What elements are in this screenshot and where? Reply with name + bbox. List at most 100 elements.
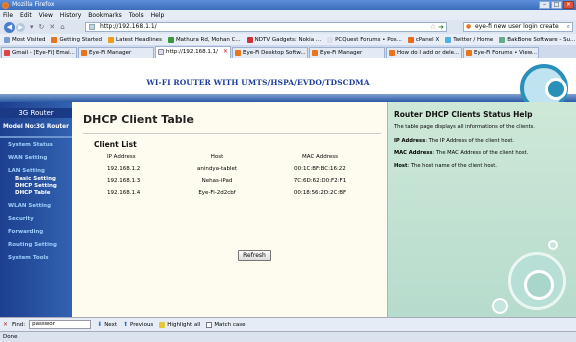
sidebar-item-forwarding[interactable]: Forwarding (0, 229, 72, 235)
page-title: DHCP Client Table (83, 113, 194, 126)
sidebar-item-wan-setting[interactable]: WAN Setting (0, 155, 72, 161)
cell-mac: 00:18:56:2D:2C:BF (293, 190, 347, 196)
menu-view[interactable]: View (39, 12, 53, 19)
rss-icon (108, 36, 115, 43)
cell-host: Nehas-iPad (201, 178, 233, 184)
window-controls: – □ × (539, 1, 574, 9)
tab-eyefi-desktop[interactable]: Eye-Fi Desktop Softw... (232, 47, 308, 58)
search-box[interactable]: ● eye-fi new user login create ⌕ (463, 22, 573, 32)
tab-eyefi-forums[interactable]: Eye-Fi Forums • View... (463, 47, 539, 58)
menu-file[interactable]: File (3, 12, 13, 19)
map-icon (167, 36, 174, 43)
firefox-bookmark-icon (51, 36, 58, 43)
close-button[interactable]: × (563, 1, 574, 9)
bookmark-item[interactable]: Most Visited (4, 36, 45, 43)
sidebar-model: Model No:3G Router (3, 124, 69, 130)
status-text: Done (3, 334, 18, 340)
page-icon (158, 49, 164, 55)
bookmark-item[interactable]: PCQuest Forums • Pos... (327, 36, 402, 43)
table-row: 192.168.1.4 Eye-Fi-2d2cbf 00:18:56:2D:2C… (83, 190, 381, 198)
cell-mac: 00:1C:BF:BC:16:22 (294, 166, 346, 172)
web-page: WI-FI ROUTER WITH UMTS/HSPA/EVDO/TDSCDMA… (0, 58, 576, 317)
maximize-button[interactable]: □ (551, 1, 562, 9)
go-arrow-icon[interactable]: ➜ (438, 23, 444, 31)
tab-how-do-i[interactable]: How do I add or dele... (386, 47, 462, 58)
history-dropdown-icon[interactable]: ▾ (30, 23, 34, 31)
sidebar-item-basic-setting[interactable]: Basic Setting (0, 176, 72, 182)
menu-edit[interactable]: Edit (20, 12, 32, 19)
help-mac-term: MAC Address (394, 150, 433, 156)
menu-bar: File Edit View History Bookmarks Tools H… (0, 10, 576, 20)
sidebar-item-lan-setting[interactable]: LAN Setting (0, 168, 72, 174)
eyefi-icon (312, 50, 318, 56)
help-host: Host: The host name of the client host. (394, 163, 572, 170)
tab-gmail[interactable]: Gmail - [Eye-Fi] Emai... (1, 47, 77, 58)
reload-icon[interactable]: ↻ (39, 23, 45, 31)
eyefi-icon (389, 50, 395, 56)
menu-help[interactable]: Help (151, 12, 165, 19)
home-icon[interactable]: ⌂ (60, 23, 64, 31)
window-title: Mozilla Firefox (12, 1, 55, 8)
find-previous-button[interactable]: ⬆ Previous (123, 321, 153, 328)
sidebar-item-system-tools[interactable]: System Tools (0, 255, 72, 261)
stop-icon[interactable]: ✕ (49, 23, 55, 31)
decorative-circle (548, 240, 558, 250)
sidebar-item-dhcp-setting[interactable]: DHCP Setting (0, 183, 72, 189)
bookmark-item[interactable]: Latest Headlines (108, 36, 162, 43)
client-list-panel: Client List IP Address Host MAC Address … (83, 133, 381, 235)
search-text: eye-fi new user login create (475, 23, 559, 30)
sidebar-item-routing-setting[interactable]: Routing Setting (0, 242, 72, 248)
help-ip-desc: : The IP Address of the client host. (425, 138, 515, 144)
eyefi-icon (235, 50, 241, 56)
close-find-icon[interactable]: ✕ (3, 321, 8, 328)
twitter-icon (445, 36, 452, 43)
minimize-button[interactable]: – (539, 1, 550, 9)
cell-host: Eye-Fi-2d2cbf (198, 190, 236, 196)
highlighter-icon (159, 321, 166, 328)
bookmark-star-icon[interactable]: ☆ (430, 23, 436, 31)
sidebar-item-system-status[interactable]: System Status (0, 142, 72, 148)
tab-eyefi-manager[interactable]: Eye-Fi Manager (78, 47, 154, 58)
refresh-button[interactable]: Refresh (238, 250, 271, 261)
bookmark-item[interactable]: Twitter / Home (445, 36, 493, 43)
find-input[interactable]: passwor (29, 320, 92, 329)
find-next-button[interactable]: ⬇ Next (97, 321, 117, 328)
decorative-circle (545, 78, 567, 100)
menu-history[interactable]: History (60, 12, 81, 19)
cell-host: anindya-tablet (196, 166, 238, 172)
bookmark-item[interactable]: NDTV Gadgets: Nokia ... (246, 36, 321, 43)
client-list-title: Client List (94, 140, 137, 149)
close-tab-icon[interactable]: ✕ (223, 47, 228, 57)
tab-strip: Gmail - [Eye-Fi] Emai... Eye-Fi Manager … (0, 45, 576, 58)
back-button[interactable]: ◀ (4, 21, 15, 33)
search-icon[interactable]: ⌕ (567, 23, 570, 31)
highlight-all-button[interactable]: Highlight all (159, 321, 200, 328)
help-ip: IP Address: The IP Address of the client… (394, 138, 572, 145)
search-engine-icon[interactable]: ● (466, 23, 471, 31)
match-case-checkbox[interactable]: Match case (206, 321, 246, 328)
menu-bookmarks[interactable]: Bookmarks (88, 12, 122, 19)
decorative-circle (524, 270, 554, 300)
bookmark-item[interactable]: cPanel X (407, 36, 439, 43)
sidebar-item-wlan-setting[interactable]: WLAN Setting (0, 203, 72, 209)
bookmarks-toolbar: Most Visited Getting Started Latest Head… (0, 34, 576, 45)
tab-router-active[interactable]: http://192.168.1.1/✕ (155, 46, 231, 58)
sidebar-brand: 3G Router (0, 108, 72, 118)
url-text: http://192.168.1.1/ (100, 23, 157, 30)
sidebar-item-security[interactable]: Security (0, 216, 72, 222)
help-title: Router DHCP Clients Status Help (394, 110, 533, 119)
menu-tools[interactable]: Tools (129, 12, 144, 19)
cpanel-icon (407, 36, 414, 43)
bookmark-item[interactable]: Mathura Rd, Mohan C... (167, 36, 241, 43)
window-title-bar: Mozilla Firefox – □ × (0, 0, 576, 10)
bookmark-folder-icon (4, 36, 10, 43)
sidebar-item-dhcp-table[interactable]: DHCP Table (0, 190, 72, 196)
url-bar[interactable]: http://192.168.1.1/ ☆ ➜ (85, 22, 447, 32)
cell-ip: 192.168.1.2 (107, 166, 141, 172)
column-header-mac: MAC Address (302, 154, 338, 160)
tab-eyefi-manager-2[interactable]: Eye-Fi Manager (309, 47, 385, 58)
bookmark-item[interactable]: Getting Started (51, 36, 102, 43)
bookmark-item[interactable]: BakBone Software - Su... (499, 36, 575, 43)
cell-ip: 192.168.1.4 (107, 190, 141, 196)
forward-button[interactable]: ▶ (16, 22, 25, 32)
